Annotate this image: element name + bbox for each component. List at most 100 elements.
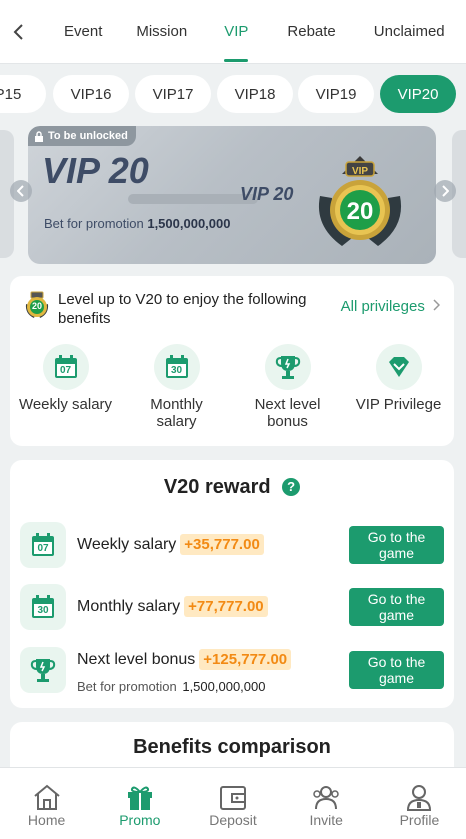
- calendar-icon-text: 07: [59, 364, 72, 376]
- help-icon[interactable]: ?: [282, 478, 301, 496]
- go-to-game-button[interactable]: Go to the game: [349, 526, 444, 564]
- chevron-left-icon: [17, 185, 24, 197]
- nav-label: Invite: [309, 812, 343, 828]
- levelup-text: Level up to V20 to enjoy the following b…: [58, 291, 307, 327]
- calendar-icon: 30: [20, 584, 66, 630]
- trophy-icon: [264, 344, 311, 390]
- bet-label: Bet for promotion: [44, 216, 144, 231]
- benefit-label: Next level bonus: [254, 396, 321, 430]
- lock-label: To be unlocked: [48, 130, 128, 142]
- calendar-icon: 30: [153, 344, 200, 390]
- nav-invite[interactable]: Invite: [280, 768, 373, 839]
- carousel-next-button[interactable]: [434, 180, 456, 202]
- level-pill[interactable]: VIP19: [298, 75, 374, 113]
- nav-label: Deposit: [209, 812, 257, 828]
- bet-requirement: Bet for promotion 1,500,000,000: [44, 216, 230, 231]
- reward-amount: +35,777.00: [180, 534, 264, 555]
- tab-event[interactable]: Event: [64, 0, 102, 64]
- users-icon: [310, 782, 342, 812]
- reward-label-line: Monthly salary +77,777.00: [77, 596, 268, 617]
- nav-promo[interactable]: Promo: [93, 768, 186, 839]
- bottom-navigation: Home Promo Deposit Invite Profile: [0, 767, 466, 839]
- go-to-game-button[interactable]: Go to the game: [349, 588, 444, 626]
- vip-level-title: VIP 20: [42, 150, 149, 191]
- reward-amount: +77,777.00: [184, 596, 268, 617]
- level-pill[interactable]: VIP16: [53, 75, 129, 113]
- reward-label: Next level bonus: [77, 651, 196, 668]
- mini-badge-number: 20: [31, 301, 42, 311]
- vip-badge: VIP 20: [312, 146, 408, 254]
- calendar-icon-text: 30: [170, 364, 183, 376]
- benefit-next-level-bonus[interactable]: Next level bonus: [232, 344, 343, 430]
- chevron-right-icon: [442, 185, 449, 197]
- diamond-icon: [375, 344, 422, 390]
- calendar-icon: 07: [20, 522, 66, 568]
- reward-row-next-level: Next level bonus +125,777.00 Bet for prom…: [20, 647, 444, 697]
- vip-banner-carousel: To be unlocked VIP 20 VIP 20 Bet for pro…: [0, 124, 466, 266]
- tab-rebate[interactable]: Rebate: [287, 0, 335, 64]
- tab-vip[interactable]: VIP: [224, 0, 248, 64]
- reward-sub-line: Bet for promotion 1,500,000,000: [77, 679, 265, 694]
- tab-unclaimed[interactable]: Unclaimed: [374, 0, 445, 64]
- profile-icon: [404, 782, 434, 812]
- carousel-prev-button[interactable]: [10, 180, 32, 202]
- reward-label: Monthly salary: [77, 598, 181, 615]
- reward-label: Weekly salary: [77, 536, 177, 553]
- reward-card: V20 reward ? 07 Weekly salary +35,777.00 …: [10, 460, 454, 708]
- tab-mission[interactable]: Mission: [136, 0, 187, 64]
- home-icon: [32, 782, 62, 812]
- benefits-comparison-title: Benefits comparison: [133, 736, 331, 758]
- bet-value: 1,500,000,000: [182, 679, 266, 694]
- benefit-label: Monthly salary: [150, 396, 203, 430]
- level-pill[interactable]: VIP18: [217, 75, 293, 113]
- benefit-label: Weekly salary: [18, 396, 113, 413]
- reward-label-line: Weekly salary +35,777.00: [77, 534, 264, 555]
- go-to-game-button[interactable]: Go to the game: [349, 651, 444, 689]
- calendar-icon: 07: [42, 344, 89, 390]
- level-pill-active[interactable]: VIP20: [380, 75, 456, 113]
- lock-icon: [35, 130, 43, 142]
- wallet-icon: [218, 782, 248, 812]
- benefits-list: 07 Weekly salary 30 Monthly salary Next …: [10, 344, 454, 430]
- reward-row-weekly: 07 Weekly salary +35,777.00 Go to the gam…: [20, 522, 444, 572]
- bet-value: 1,500,000,000: [147, 216, 231, 231]
- nav-label: Home: [27, 812, 66, 828]
- progress-bar: [128, 194, 258, 204]
- benefit-vip-privilege[interactable]: VIP Privilege: [343, 344, 454, 430]
- nav-deposit[interactable]: Deposit: [186, 768, 279, 839]
- badge-number: 20: [346, 198, 374, 225]
- nav-profile[interactable]: Profile: [373, 768, 466, 839]
- bet-label: Bet for promotion: [77, 679, 177, 694]
- calendar-icon-text: 07: [37, 542, 49, 554]
- gift-icon: [125, 782, 155, 812]
- levelup-header: 20 Level up to V20 to enjoy the followin…: [22, 290, 442, 328]
- tabs: Event Mission VIP Rebate Unclaimed: [36, 0, 466, 64]
- badge-tag: VIP: [351, 166, 369, 177]
- all-privileges-label: All privileges: [340, 298, 425, 315]
- top-tab-bar: Event Mission VIP Rebate Unclaimed: [0, 0, 466, 64]
- level-pill[interactable]: VIP17: [135, 75, 211, 113]
- level-pill[interactable]: P15: [0, 75, 46, 113]
- benefit-label: VIP Privilege: [355, 396, 442, 413]
- nav-label: Profile: [399, 812, 440, 828]
- vip-level-selector: P15 VIP16 VIP17 VIP18 VIP19 VIP20: [0, 72, 466, 118]
- vip-card: To be unlocked VIP 20 VIP 20 Bet for pro…: [28, 126, 436, 264]
- benefit-monthly-salary[interactable]: 30 Monthly salary: [121, 344, 232, 430]
- chevron-left-icon: [13, 23, 23, 40]
- reward-title: V20 reward: [163, 476, 271, 498]
- reward-label-line: Next level bonus +125,777.00: [77, 649, 292, 670]
- vip-target-label: VIP 20: [240, 184, 294, 204]
- nav-label: Promo: [119, 812, 161, 828]
- lock-tag: To be unlocked: [28, 126, 136, 146]
- reward-amount: +125,777.00: [199, 649, 292, 670]
- reward-title-row: V20 reward ?: [10, 476, 454, 499]
- nav-home[interactable]: Home: [0, 768, 93, 839]
- benefit-weekly-salary[interactable]: 07 Weekly salary: [10, 344, 121, 430]
- levelup-card: 20 Level up to V20 to enjoy the followin…: [10, 276, 454, 446]
- calendar-icon-text: 30: [37, 604, 49, 616]
- all-privileges-link[interactable]: All privileges: [340, 298, 441, 315]
- mini-badge-icon: 20: [22, 290, 52, 320]
- reward-row-monthly: 30 Monthly salary +77,777.00 Go to the ga…: [20, 584, 444, 634]
- back-button[interactable]: [0, 0, 36, 64]
- chevron-right-icon: [433, 299, 441, 311]
